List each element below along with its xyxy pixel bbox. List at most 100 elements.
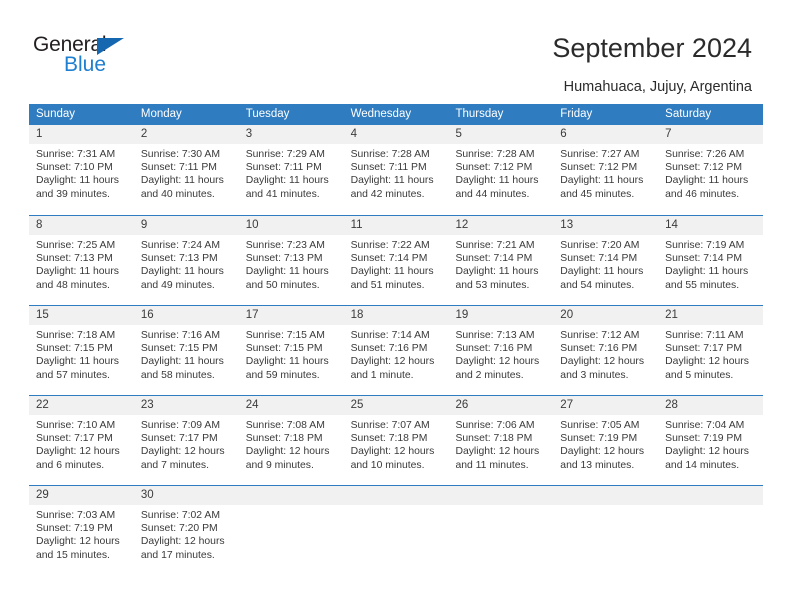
sunset-text: Sunset: 7:13 PM (140, 253, 218, 265)
day-cell[interactable]: 10 Sunrise: 7:23 AM Sunset: 7:13 PM Dayl… (238, 216, 344, 305)
sunset-text: Sunset: 7:11 PM (245, 162, 322, 174)
sunrise-text: Sunrise: 7:03 AM (36, 510, 116, 521)
day-number: 21 (658, 306, 764, 325)
day-details: Sunrise: 7:11 AM Sunset: 7:17 PM Dayligh… (658, 325, 763, 382)
day-cell[interactable]: 16 Sunrise: 7:16 AM Sunset: 7:15 PM Dayl… (133, 306, 239, 395)
day-details: Sunrise: 7:13 AM Sunset: 7:16 PM Dayligh… (448, 325, 553, 382)
day-cell[interactable]: 3 Sunrise: 7:29 AM Sunset: 7:11 PM Dayli… (238, 125, 344, 215)
daylight-text-line1: Daylight: 11 hours (140, 356, 224, 368)
day-cell[interactable]: 23 Sunrise: 7:09 AM Sunset: 7:17 PM Dayl… (133, 396, 239, 485)
day-cell[interactable]: 27 Sunrise: 7:05 AM Sunset: 7:19 PM Dayl… (553, 396, 659, 485)
daylight-text-line1: Daylight: 11 hours (350, 266, 434, 278)
day-cell[interactable]: 30 Sunrise: 7:02 AM Sunset: 7:20 PM Dayl… (133, 486, 239, 575)
day-cell[interactable]: 1 Sunrise: 7:31 AM Sunset: 7:10 PM Dayli… (29, 125, 134, 215)
sunrise-text: Sunrise: 7:16 AM (140, 330, 220, 341)
day-number: 6 (553, 125, 659, 144)
day-cell[interactable]: 7 Sunrise: 7:26 AM Sunset: 7:12 PM Dayli… (658, 125, 764, 215)
daylight-text-line2: and 44 minutes. (455, 188, 530, 200)
weekday-header-thursday: Thursday (455, 108, 504, 120)
daylight-text-line1: Daylight: 12 hours (665, 446, 749, 458)
day-number: 26 (448, 396, 554, 415)
day-cell[interactable]: 22 Sunrise: 7:10 AM Sunset: 7:17 PM Dayl… (29, 396, 134, 485)
day-number: 23 (133, 396, 239, 415)
daylight-text-line1: Daylight: 11 hours (665, 266, 749, 278)
sunset-text: Sunset: 7:18 PM (350, 433, 428, 445)
sunset-text: Sunset: 7:12 PM (665, 162, 742, 174)
day-number (238, 486, 344, 505)
sunset-text: Sunset: 7:19 PM (560, 433, 638, 445)
daylight-text-line2: and 14 minutes. (665, 459, 740, 471)
day-details: Sunrise: 7:21 AM Sunset: 7:14 PM Dayligh… (448, 235, 553, 292)
day-cell[interactable]: 18 Sunrise: 7:14 AM Sunset: 7:16 PM Dayl… (343, 306, 449, 395)
calendar-week-row: 29 Sunrise: 7:03 AM Sunset: 7:19 PM Dayl… (29, 485, 764, 575)
day-number: 16 (133, 306, 239, 325)
sunset-text: Sunset: 7:13 PM (245, 253, 323, 265)
day-cell[interactable]: 2 Sunrise: 7:30 AM Sunset: 7:11 PM Dayli… (133, 125, 239, 215)
daylight-text-line1: Daylight: 11 hours (140, 266, 224, 278)
day-cell[interactable]: 14 Sunrise: 7:19 AM Sunset: 7:14 PM Dayl… (658, 216, 764, 305)
day-cell[interactable]: 25 Sunrise: 7:07 AM Sunset: 7:18 PM Dayl… (343, 396, 449, 485)
daylight-text-line1: Daylight: 11 hours (36, 266, 119, 278)
day-cell[interactable]: 29 Sunrise: 7:03 AM Sunset: 7:19 PM Dayl… (29, 486, 134, 575)
daylight-text-line1: Daylight: 12 hours (36, 446, 120, 458)
day-number: 11 (343, 216, 449, 235)
day-number: 19 (448, 306, 554, 325)
weekday-header-tuesday: Tuesday (245, 108, 290, 120)
sunrise-text: Sunrise: 7:27 AM (560, 149, 640, 160)
sunrise-text: Sunrise: 7:11 AM (665, 330, 744, 341)
day-cell[interactable]: 17 Sunrise: 7:15 AM Sunset: 7:15 PM Dayl… (238, 306, 344, 395)
daylight-text-line2: and 5 minutes. (665, 369, 734, 381)
day-cell[interactable]: 21 Sunrise: 7:11 AM Sunset: 7:17 PM Dayl… (658, 306, 764, 395)
calendar-week-row: 15 Sunrise: 7:18 AM Sunset: 7:15 PM Dayl… (29, 305, 764, 395)
daylight-text-line2: and 7 minutes. (140, 459, 210, 471)
weekday-header-wednesday: Wednesday (350, 108, 412, 120)
day-cell[interactable]: 26 Sunrise: 7:06 AM Sunset: 7:18 PM Dayl… (448, 396, 554, 485)
daylight-text-line2: and 3 minutes. (560, 369, 629, 381)
day-details: Sunrise: 7:24 AM Sunset: 7:13 PM Dayligh… (134, 235, 239, 292)
day-cell[interactable]: 8 Sunrise: 7:25 AM Sunset: 7:13 PM Dayli… (29, 216, 134, 305)
day-details: Sunrise: 7:06 AM Sunset: 7:18 PM Dayligh… (448, 415, 553, 472)
day-cell[interactable]: 20 Sunrise: 7:12 AM Sunset: 7:16 PM Dayl… (553, 306, 659, 395)
day-number: 27 (553, 396, 659, 415)
day-details: Sunrise: 7:26 AM Sunset: 7:12 PM Dayligh… (658, 144, 763, 201)
day-cell[interactable]: 19 Sunrise: 7:13 AM Sunset: 7:16 PM Dayl… (448, 306, 554, 395)
logo-text-blue: Blue (64, 53, 107, 76)
day-cell[interactable]: 4 Sunrise: 7:28 AM Sunset: 7:11 PM Dayli… (343, 125, 449, 215)
sunset-text: Sunset: 7:10 PM (36, 162, 113, 174)
daylight-text-line2: and 9 minutes. (245, 459, 314, 471)
sunrise-text: Sunrise: 7:04 AM (665, 420, 745, 431)
day-cell[interactable]: 11 Sunrise: 7:22 AM Sunset: 7:14 PM Dayl… (343, 216, 449, 305)
day-details: Sunrise: 7:15 AM Sunset: 7:15 PM Dayligh… (239, 325, 344, 382)
day-details: Sunrise: 7:10 AM Sunset: 7:17 PM Dayligh… (29, 415, 134, 472)
day-cell[interactable]: 5 Sunrise: 7:28 AM Sunset: 7:12 PM Dayli… (448, 125, 554, 215)
day-cell[interactable]: 12 Sunrise: 7:21 AM Sunset: 7:14 PM Dayl… (448, 216, 554, 305)
day-cell[interactable]: 13 Sunrise: 7:20 AM Sunset: 7:14 PM Dayl… (553, 216, 659, 305)
day-number: 25 (343, 396, 449, 415)
daylight-text-line2: and 51 minutes. (350, 279, 425, 291)
page-header: General Blue September 2024 Humahuaca, J… (0, 0, 792, 100)
day-details: Sunrise: 7:12 AM Sunset: 7:16 PM Dayligh… (553, 325, 658, 382)
day-cell[interactable]: 9 Sunrise: 7:24 AM Sunset: 7:13 PM Dayli… (133, 216, 239, 305)
day-cell[interactable]: 24 Sunrise: 7:08 AM Sunset: 7:18 PM Dayl… (238, 396, 344, 485)
day-cell[interactable]: 6 Sunrise: 7:27 AM Sunset: 7:12 PM Dayli… (553, 125, 659, 215)
day-number: 17 (238, 306, 344, 325)
sunrise-text: Sunrise: 7:09 AM (140, 420, 220, 431)
day-details: Sunrise: 7:04 AM Sunset: 7:19 PM Dayligh… (658, 415, 763, 472)
day-number: 5 (448, 125, 554, 144)
day-details: Sunrise: 7:14 AM Sunset: 7:16 PM Dayligh… (344, 325, 449, 382)
general-blue-logo: General Blue (33, 34, 213, 84)
daylight-text-line1: Daylight: 12 hours (350, 356, 435, 368)
day-details: Sunrise: 7:22 AM Sunset: 7:14 PM Dayligh… (344, 235, 449, 292)
daylight-text-line1: Daylight: 11 hours (665, 175, 749, 187)
day-cell[interactable]: 15 Sunrise: 7:18 AM Sunset: 7:15 PM Dayl… (29, 306, 134, 395)
day-cell[interactable]: 28 Sunrise: 7:04 AM Sunset: 7:19 PM Dayl… (658, 396, 764, 485)
sunrise-text: Sunrise: 7:19 AM (665, 240, 745, 251)
sunset-text: Sunset: 7:16 PM (350, 343, 428, 355)
day-number: 2 (133, 125, 239, 144)
weekday-header-monday: Monday (140, 108, 182, 120)
daylight-text-line2: and 59 minutes. (245, 369, 320, 381)
sunset-text: Sunset: 7:14 PM (560, 253, 638, 265)
day-details: Sunrise: 7:05 AM Sunset: 7:19 PM Dayligh… (553, 415, 658, 472)
sunrise-text: Sunrise: 7:24 AM (140, 240, 220, 251)
sunset-text: Sunset: 7:14 PM (665, 253, 742, 265)
